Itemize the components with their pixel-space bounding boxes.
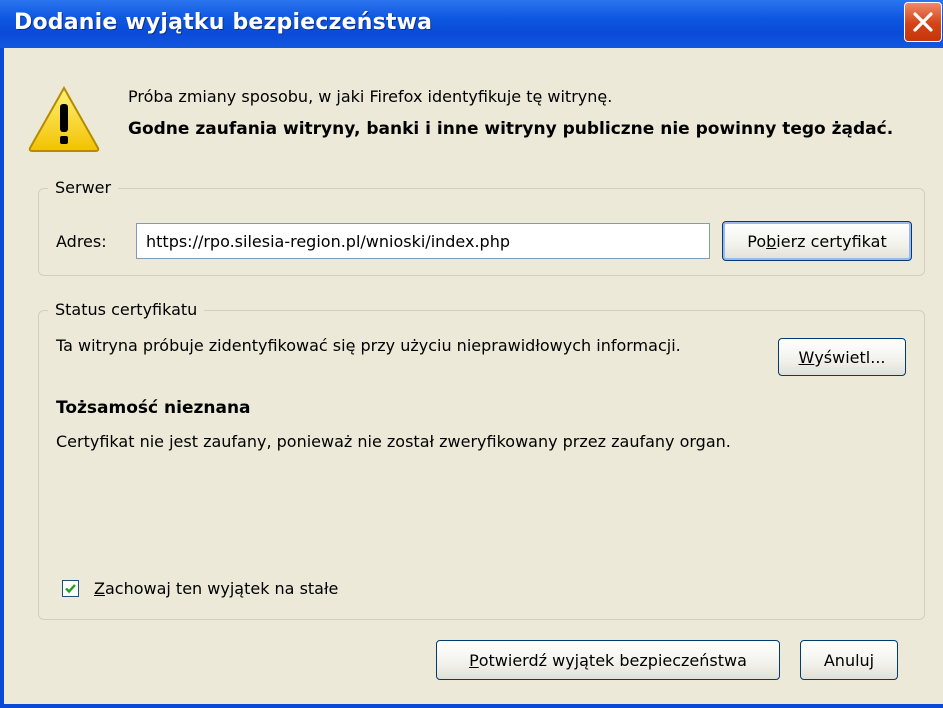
- permanent-exception-label[interactable]: Zachowaj ten wyjątek na stałe: [94, 579, 338, 598]
- status-legend: Status certyfikatu: [48, 300, 205, 319]
- close-icon: [913, 12, 933, 32]
- title-bar[interactable]: Dodanie wyjątku bezpieczeństwa: [0, 0, 943, 48]
- confirm-exception-button[interactable]: Potwierdź wyjątek bezpieczeństwa: [436, 640, 780, 680]
- dialog-window: Dodanie wyjątku bezpieczeństwa Próba zmi…: [0, 0, 943, 708]
- warning-icon: [28, 85, 100, 152]
- address-input[interactable]: https://rpo.silesia-region.pl/wnioski/in…: [136, 223, 710, 259]
- status-message: Ta witryna próbuje zidentyfikować się pr…: [56, 336, 681, 355]
- permanent-exception-checkbox[interactable]: [62, 580, 79, 597]
- view-certificate-button[interactable]: Wyświetl...: [778, 338, 906, 376]
- view-button-text: Wyświetl...: [798, 348, 886, 367]
- cancel-button[interactable]: Anuluj: [800, 640, 898, 680]
- confirm-button-text: Potwierdź wyjątek bezpieczeństwa: [469, 651, 747, 670]
- dialog-body: Próba zmiany sposobu, w jaki Firefox ide…: [4, 48, 943, 704]
- warning-text: Godne zaufania witryny, banki i inne wit…: [128, 119, 894, 139]
- address-label: Adres:: [56, 232, 107, 251]
- checkmark-icon: [65, 584, 76, 594]
- fetch-certificate-button[interactable]: Pobierz certyfikat: [722, 221, 912, 261]
- intro-text: Próba zmiany sposobu, w jaki Firefox ide…: [128, 87, 613, 106]
- identity-detail: Certyfikat nie jest zaufany, ponieważ ni…: [56, 432, 731, 451]
- identity-heading: Tożsamość nieznana: [56, 398, 251, 418]
- fetch-button-text: Pobierz certyfikat: [747, 232, 887, 251]
- dialog-title: Dodanie wyjątku bezpieczeństwa: [14, 10, 433, 35]
- close-button[interactable]: [904, 2, 942, 42]
- server-legend: Serwer: [48, 178, 119, 197]
- window-border: [0, 704, 943, 708]
- cancel-button-text: Anuluj: [823, 651, 875, 670]
